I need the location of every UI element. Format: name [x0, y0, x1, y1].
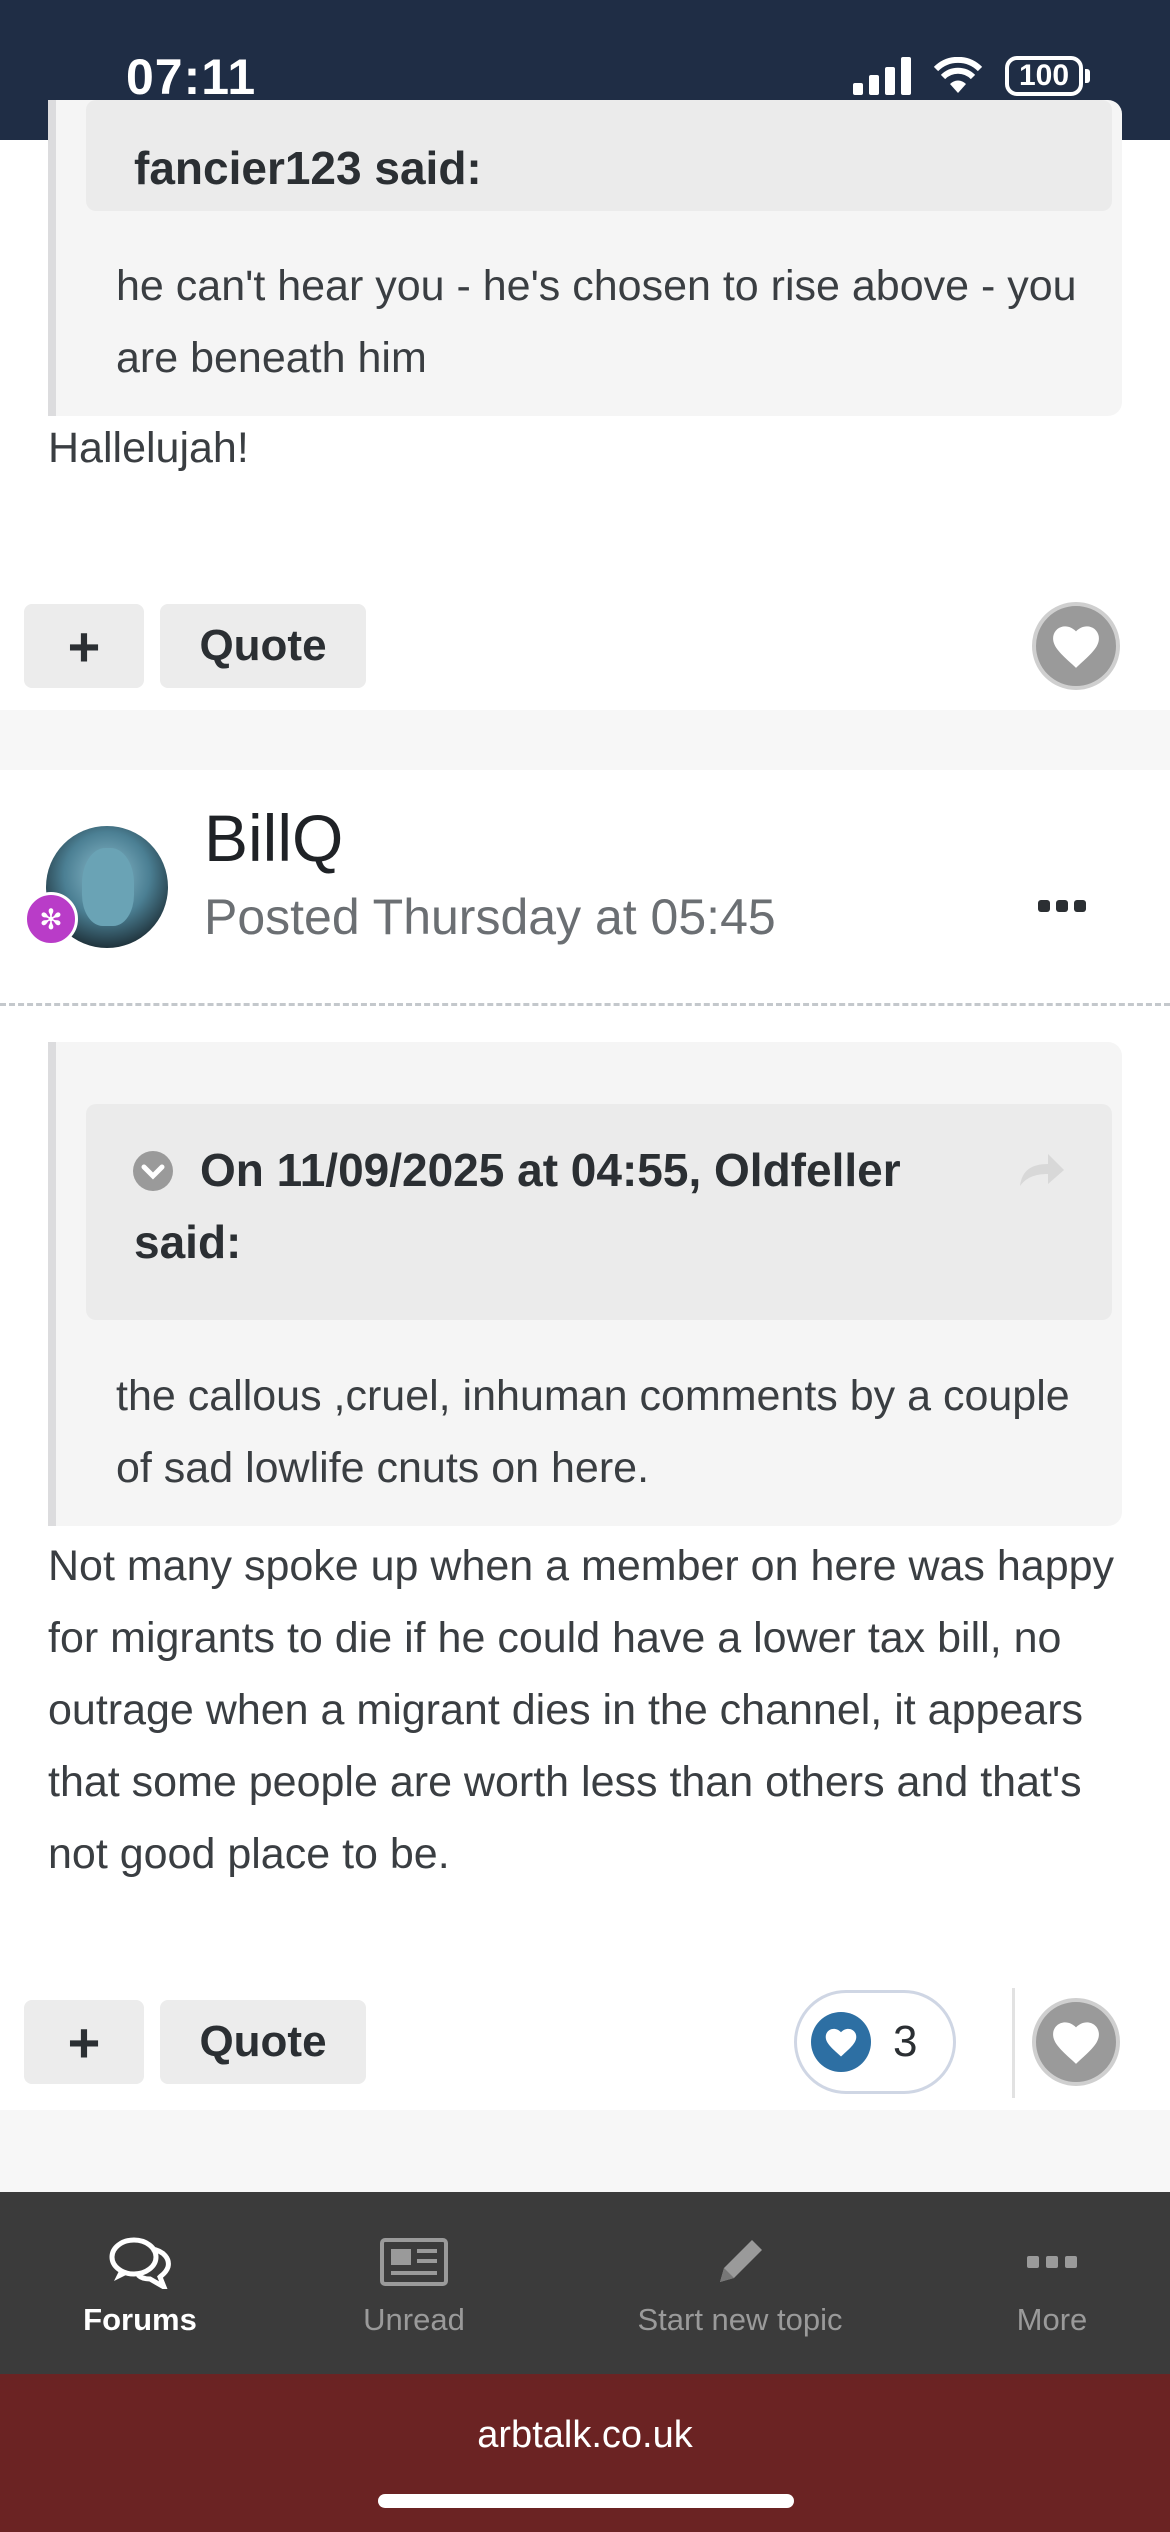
multiquote-add-button[interactable]: + — [24, 604, 144, 688]
quote-header: On 11/09/2025 at 04:55, Oldfeller said: — [86, 1104, 1112, 1320]
browser-address-bar[interactable]: arbtalk.co.uk — [0, 2374, 1170, 2532]
go-to-quoted-post-icon[interactable] — [1016, 1150, 1066, 1190]
reaction-count: 3 — [893, 2017, 918, 2066]
quote-block: fancier123 said: he can't hear you - he'… — [48, 100, 1122, 416]
author-name[interactable]: BillQ — [204, 800, 343, 876]
like-reaction-icon — [811, 2012, 871, 2072]
nav-item-unread[interactable]: Unread — [314, 2192, 514, 2374]
quote-button[interactable]: Quote — [160, 604, 366, 688]
more-options-icon[interactable] — [1038, 900, 1086, 912]
nav-label: Forums — [83, 2302, 197, 2337]
post-body: Hallelujah! — [48, 424, 249, 472]
more-dots-icon — [1027, 2256, 1077, 2268]
nav-label: Start new topic — [637, 2302, 843, 2337]
nav-label: Unread — [363, 2302, 465, 2337]
quote-author: fancier123 said: — [134, 142, 482, 194]
heart-icon — [1053, 626, 1099, 668]
post: ✻ BillQ Posted Thursday at 05:45 On 11/0… — [0, 770, 1170, 2110]
status-icons: 100 — [853, 56, 1090, 96]
wifi-icon — [933, 57, 983, 93]
bottom-navigation: Forums Unread Start new topic More — [0, 2192, 1170, 2374]
battery-level: 100 — [1005, 56, 1083, 96]
divider — [1012, 1988, 1015, 2098]
battery-icon: 100 — [1005, 56, 1090, 96]
quote-citation: On 11/09/2025 at 04:55, Oldfeller said: — [134, 1144, 901, 1268]
post: fancier123 said: he can't hear you - he'… — [0, 100, 1170, 710]
post-header: ✻ BillQ Posted Thursday at 05:45 — [0, 770, 1170, 1006]
status-time: 07:11 — [126, 49, 257, 105]
nav-item-more[interactable]: More — [952, 2192, 1152, 2374]
home-indicator[interactable] — [378, 2494, 794, 2508]
multiquote-add-button[interactable]: + — [24, 2000, 144, 2084]
nav-item-start-new-topic[interactable]: Start new topic — [600, 2192, 880, 2374]
quote-text: the callous ,cruel, inhuman comments by … — [116, 1372, 1070, 1492]
nav-label: More — [1016, 2302, 1088, 2337]
react-button[interactable] — [1032, 602, 1120, 690]
group-badge-icon: ✻ — [24, 892, 78, 946]
post-date[interactable]: Posted Thursday at 05:45 — [204, 888, 776, 946]
reaction-summary[interactable]: 3 — [794, 1990, 956, 2094]
newspaper-icon — [380, 2238, 448, 2286]
post-body: Not many spoke up when a member on here … — [48, 1542, 1115, 1878]
quote-header: fancier123 said: — [86, 100, 1112, 211]
quote-button[interactable]: Quote — [160, 2000, 366, 2084]
chat-bubbles-icon — [109, 2237, 171, 2289]
react-button[interactable] — [1032, 1998, 1120, 2086]
heart-icon — [1053, 2022, 1099, 2064]
nav-item-forums[interactable]: Forums — [40, 2192, 240, 2374]
pencil-icon — [720, 2240, 762, 2282]
url-text: arbtalk.co.uk — [477, 2414, 693, 2456]
cellular-signal-icon — [853, 57, 911, 95]
quote-text: he can't hear you - he's chosen to rise … — [116, 262, 1077, 382]
quote-block: On 11/09/2025 at 04:55, Oldfeller said: … — [48, 1042, 1122, 1526]
